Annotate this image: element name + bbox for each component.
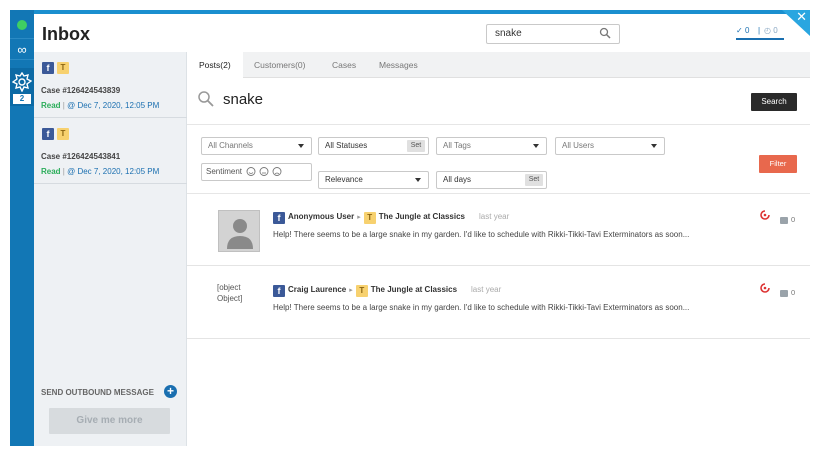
tags-dropdown[interactable]: All Tags bbox=[436, 137, 547, 155]
search-row: snake Search bbox=[187, 88, 810, 114]
chevron-right-icon: ▸ bbox=[357, 214, 361, 221]
comment-count[interactable]: 0 bbox=[780, 288, 795, 297]
status-counter[interactable]: ✓ 0 | ◴ 0 bbox=[736, 26, 784, 40]
caret-down-icon bbox=[651, 144, 657, 148]
tag-icon: T bbox=[363, 212, 376, 224]
sentiment-faces-icon[interactable] bbox=[246, 166, 284, 177]
post-item[interactable]: [object Object] f Craig Laurence ▸ T The Jun… bbox=[187, 267, 810, 339]
rail-item-inbox[interactable]: 2 bbox=[10, 68, 34, 106]
search-button[interactable]: Search bbox=[751, 93, 797, 111]
give-me-more-button[interactable]: Give me more bbox=[49, 408, 170, 434]
page-title: Inbox bbox=[42, 24, 90, 44]
facebook-icon: f bbox=[42, 62, 54, 74]
top-accent-bar bbox=[10, 10, 810, 14]
case-status: Read bbox=[41, 167, 61, 176]
channels-dropdown[interactable]: All Channels bbox=[201, 137, 312, 155]
caret-down-icon bbox=[533, 144, 539, 148]
caret-down-icon bbox=[415, 178, 421, 182]
comment-icon bbox=[780, 216, 788, 224]
relevance-dropdown[interactable]: Relevance bbox=[318, 171, 429, 189]
users-dropdown[interactable]: All Users bbox=[555, 137, 665, 155]
case-status: Read bbox=[41, 101, 61, 110]
close-button[interactable]: ✕ bbox=[782, 10, 810, 36]
plus-icon: + bbox=[164, 385, 177, 398]
sentiment-ring-icon[interactable] bbox=[759, 282, 771, 294]
caret-down-icon bbox=[298, 144, 304, 148]
global-search-value: snake bbox=[495, 28, 522, 39]
tab-bar: Posts(2) Customers(0) Cases Messages bbox=[187, 52, 810, 78]
online-status-icon bbox=[17, 20, 27, 30]
statuses-set-button[interactable]: Set bbox=[407, 140, 425, 152]
sentiment-ring-icon[interactable] bbox=[759, 209, 771, 221]
sentiment-filter: Sentiment bbox=[201, 163, 312, 181]
case-date: @ Dec 7, 2020, 12:05 PM bbox=[67, 167, 160, 176]
post-time: last year bbox=[471, 285, 502, 294]
post-header: f Craig Laurence ▸ T The Jungle at Classics l… bbox=[273, 285, 501, 297]
case-item[interactable]: fT Case #126424543839 Read | @ Dec 7, 20… bbox=[34, 52, 187, 118]
case-number: Case #126424543839 bbox=[41, 86, 121, 95]
post-author[interactable]: Craig Laurence bbox=[288, 285, 346, 294]
inbox-app: ✕ ∞ 2 Inbox snake ✓ 0 | ◴ 0 fT Case #126… bbox=[10, 10, 810, 446]
search-icon[interactable] bbox=[599, 27, 611, 39]
facebook-icon: f bbox=[273, 212, 285, 224]
chevron-right-icon: ▸ bbox=[349, 287, 353, 294]
avatar bbox=[218, 210, 260, 252]
search-term-input[interactable]: snake bbox=[223, 91, 263, 108]
post-item[interactable]: f Anonymous User ▸ T The Jungle at Classics l… bbox=[187, 194, 810, 266]
post-header: f Anonymous User ▸ T The Jungle at Classics l… bbox=[273, 212, 509, 224]
tab-posts[interactable]: Posts(2) bbox=[187, 52, 243, 78]
post-time: last year bbox=[479, 212, 510, 221]
global-search-input[interactable]: snake bbox=[486, 24, 620, 44]
case-meta: Read | @ Dec 7, 2020, 12:05 PM bbox=[41, 101, 160, 110]
case-number: Case #126424543841 bbox=[41, 152, 121, 161]
post-page[interactable]: The Jungle at Classics bbox=[371, 285, 457, 294]
tab-messages[interactable]: Messages bbox=[379, 52, 429, 78]
send-outbound-label: SEND OUTBOUND MESSAGE bbox=[41, 388, 154, 397]
post-text: Help! There seems to be a large snake in… bbox=[273, 230, 690, 239]
filter-button[interactable]: Filter bbox=[759, 155, 797, 173]
divider: | bbox=[758, 26, 761, 35]
nav-rail: ∞ 2 bbox=[10, 10, 34, 446]
case-meta: Read | @ Dec 7, 2020, 12:05 PM bbox=[41, 167, 160, 176]
close-icon: ✕ bbox=[796, 10, 807, 25]
avatar: [object Object] bbox=[217, 283, 243, 303]
statuses-dropdown[interactable]: All Statuses Set bbox=[318, 137, 429, 155]
main-panel: Posts(2) Customers(0) Cases Messages sna… bbox=[187, 52, 810, 446]
facebook-icon: f bbox=[42, 128, 54, 140]
tab-cases[interactable]: Cases bbox=[332, 52, 372, 78]
user-silhouette-icon bbox=[227, 219, 253, 249]
search-icon bbox=[198, 91, 214, 107]
tag-icon: T bbox=[57, 128, 69, 140]
comment-icon bbox=[780, 289, 788, 297]
pending-count: ◴ 0 bbox=[764, 26, 778, 35]
inbox-count-badge: 2 bbox=[13, 94, 31, 104]
filter-bar: All Channels All Statuses Set All Tags Al… bbox=[187, 124, 810, 194]
case-date: @ Dec 7, 2020, 12:05 PM bbox=[67, 101, 160, 110]
tag-icon: T bbox=[57, 62, 69, 74]
checked-count: ✓ 0 bbox=[736, 26, 750, 35]
case-list-panel: fT Case #126424543839 Read | @ Dec 7, 20… bbox=[34, 52, 187, 446]
post-text: Help! There seems to be a large snake in… bbox=[273, 303, 690, 312]
facebook-icon: f bbox=[273, 285, 285, 297]
comment-count[interactable]: 0 bbox=[780, 215, 795, 224]
days-dropdown[interactable]: All days Set bbox=[436, 171, 547, 189]
infinity-icon[interactable]: ∞ bbox=[10, 38, 34, 60]
tag-icon: T bbox=[355, 285, 368, 297]
case-item[interactable]: fT Case #126424543841 Read | @ Dec 7, 20… bbox=[34, 118, 187, 184]
send-outbound-message-button[interactable]: SEND OUTBOUND MESSAGE + bbox=[41, 385, 177, 398]
days-set-button[interactable]: Set bbox=[525, 174, 543, 186]
gear-icon bbox=[12, 72, 32, 92]
post-author[interactable]: Anonymous User bbox=[288, 212, 354, 221]
post-page[interactable]: The Jungle at Classics bbox=[379, 212, 465, 221]
tab-customers[interactable]: Customers(0) bbox=[254, 52, 324, 78]
